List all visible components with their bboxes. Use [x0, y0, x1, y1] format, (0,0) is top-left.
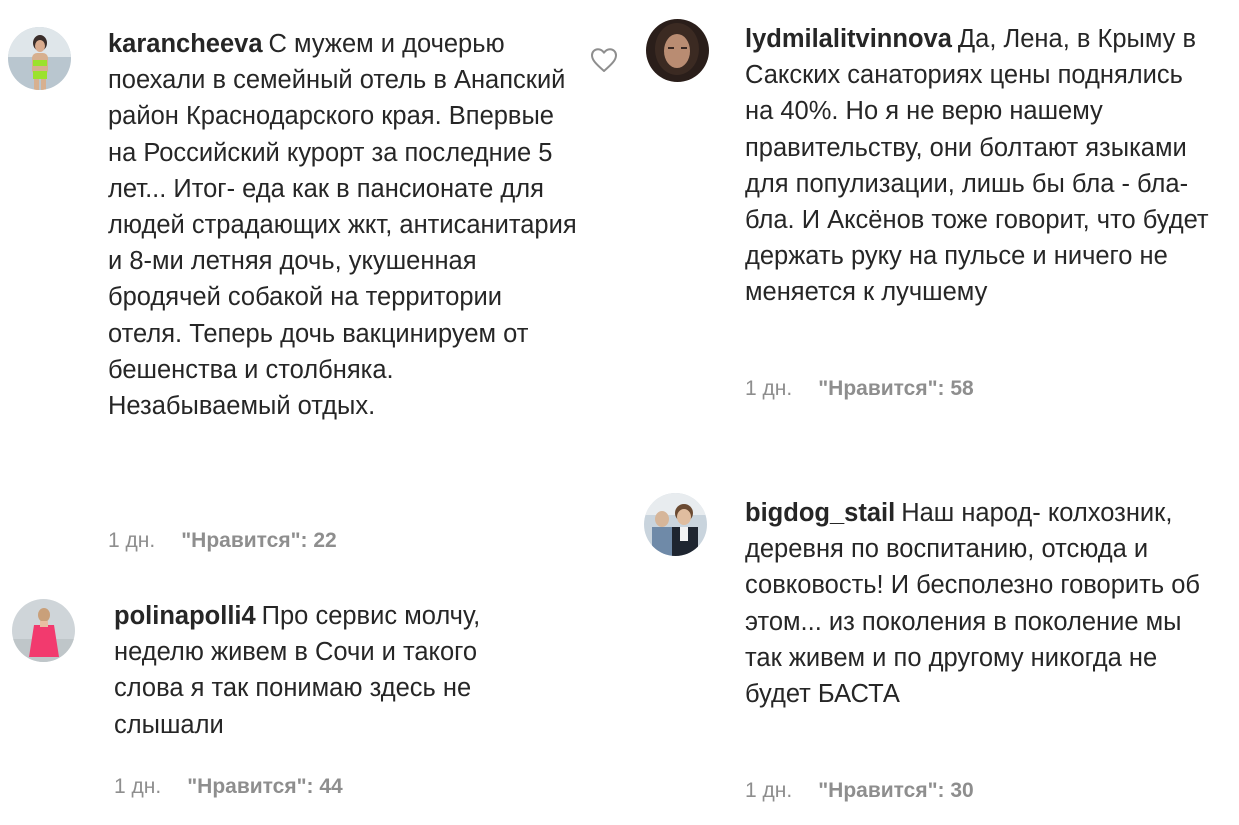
comment-body: polinapolli4 Про сервис молчу, неделю жив… — [114, 598, 544, 743]
comment-likes[interactable]: "Нравится": 30 — [818, 779, 974, 802]
avatar[interactable] — [644, 493, 707, 556]
comment-body: lydmilalitvinnova Да, Лена, в Крыму в Сак… — [745, 21, 1210, 311]
comment-username[interactable]: bigdog_stail — [745, 499, 895, 527]
comment-likes[interactable]: "Нравится": 58 — [818, 377, 974, 400]
comment-karancheeva: karancheeva С мужем и дочерью поехали в с… — [0, 0, 620, 570]
comment-time[interactable]: 1 дн. — [745, 377, 792, 400]
comment-time[interactable]: 1 дн. — [114, 775, 161, 798]
avatar[interactable] — [646, 19, 709, 82]
avatar[interactable] — [8, 27, 71, 90]
comment-username[interactable]: lydmilalitvinnova — [745, 25, 952, 53]
comment-time[interactable]: 1 дн. — [745, 779, 792, 802]
comment-time[interactable]: 1 дн. — [108, 529, 155, 552]
comment-text: С мужем и дочерью поехали в семейный оте… — [108, 30, 577, 421]
comment-polinapolli4: polinapolli4 Про сервис молчу, неделю жив… — [0, 580, 620, 825]
comment-meta: 1 дн. "Нравится": 22 — [108, 529, 337, 553]
comment-text: Наш народ- колхозник, деревня по воспита… — [745, 499, 1200, 709]
avatar[interactable] — [12, 599, 75, 662]
comment-body: karancheeva С мужем и дочерью поехали в с… — [108, 26, 578, 424]
comment-likes[interactable]: "Нравится": 22 — [181, 529, 337, 552]
comment-text: Да, Лена, в Крыму в Сакских санаториях ц… — [745, 25, 1209, 307]
comment-lydmilalitvinnova: lydmilalitvinnova Да, Лена, в Крыму в Сак… — [630, 0, 1239, 480]
comment-likes[interactable]: "Нравится": 44 — [187, 775, 343, 798]
comment-meta: 1 дн. "Нравится": 58 — [745, 377, 974, 401]
comment-username[interactable]: karancheeva — [108, 30, 263, 58]
comment-body: bigdog_stail Наш народ- колхозник, деревн… — [745, 495, 1205, 712]
comment-meta: 1 дн. "Нравится": 30 — [745, 779, 974, 803]
comment-username[interactable]: polinapolli4 — [114, 602, 256, 630]
comment-meta: 1 дн. "Нравится": 44 — [114, 775, 343, 799]
comments-page: karancheeva С мужем и дочерью поехали в с… — [0, 0, 1239, 825]
comment-bigdog-stail: bigdog_stail Наш народ- колхозник, деревн… — [630, 480, 1239, 825]
heart-outline-icon[interactable] — [590, 47, 618, 73]
